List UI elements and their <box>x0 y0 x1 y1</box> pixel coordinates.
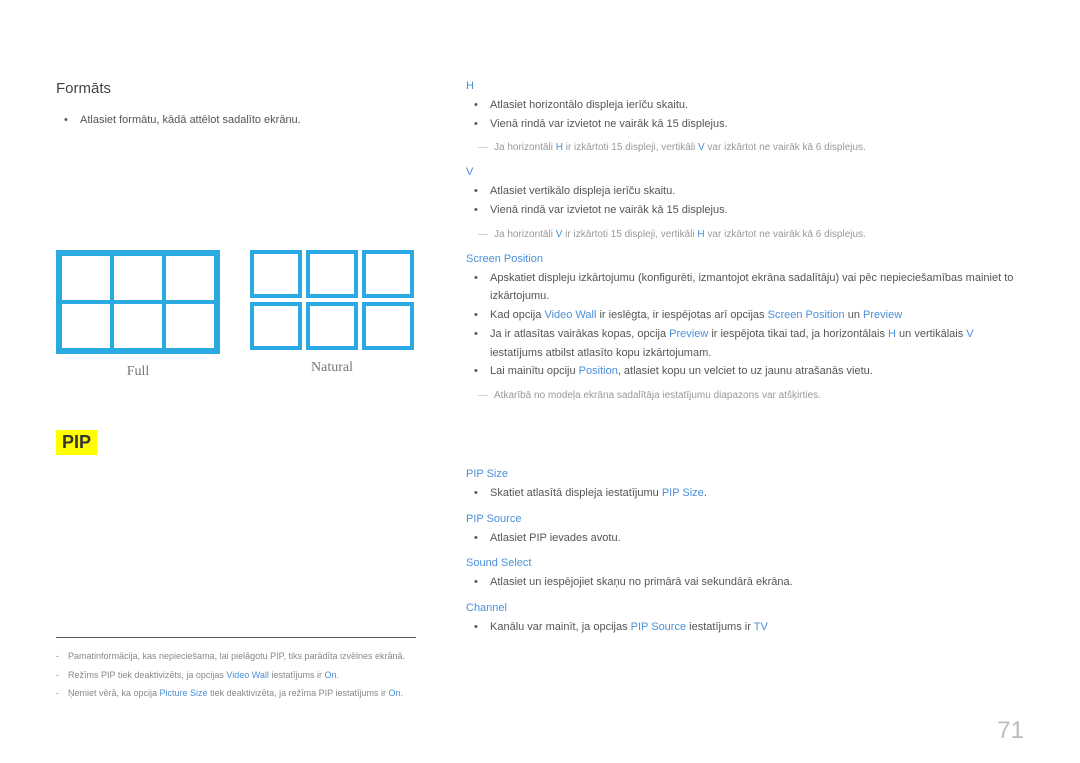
screen-position-label: Screen Position <box>466 253 1024 265</box>
v-label: V <box>466 166 1024 178</box>
footnotes: Pamatinformācija, kas nepieciešama, lai … <box>56 637 416 703</box>
page-number: 71 <box>997 717 1024 745</box>
sp-note: Atkarībā no modeļa ekrāna sadalītāja ies… <box>466 387 1024 404</box>
v-bullet-2: Vienā rindā var izvietot ne vairāk kā 15… <box>480 201 1024 220</box>
sound-select-bullet: Atlasiet un iespējojiet skaņu no primārā… <box>480 573 1024 592</box>
formats-heading: Formāts <box>56 80 416 97</box>
h-bullet-2: Vienā rindā var izvietot ne vairāk kā 15… <box>480 115 1024 134</box>
pip-source-label: PIP Source <box>466 513 1024 525</box>
footnote-c: Ņemiet vērā, ka opcija Picture Size tiek… <box>56 685 416 701</box>
sound-select-label: Sound Select <box>466 557 1024 569</box>
v-note: Ja horizontāli V ir izkārtoti 15 displej… <box>466 226 1024 243</box>
diagram-natural <box>250 250 414 350</box>
footnote-b: Režīms PIP tiek deaktivizēts, ja opcijas… <box>56 667 416 683</box>
footnote-a: Pamatinformācija, kas nepieciešama, lai … <box>56 648 416 664</box>
v-bullet-1: Atlasiet vertikālo displeja ierīču skait… <box>480 182 1024 201</box>
pip-heading: PIP <box>56 430 97 455</box>
pip-size-label: PIP Size <box>466 468 1024 480</box>
channel-label: Channel <box>466 602 1024 614</box>
caption-full: Full <box>56 364 220 380</box>
pip-source-bullet: Atlasiet PIP ievades avotu. <box>480 529 1024 548</box>
sp-bullet-4: Lai mainītu opciju Position, atlasiet ko… <box>480 362 1024 381</box>
formats-bullet: Atlasiet formātu, kādā attēlot sadalīto … <box>70 111 416 130</box>
format-diagrams: Full Natural <box>56 250 416 380</box>
diagram-full <box>56 250 220 354</box>
h-bullet-1: Atlasiet horizontālo displeja ierīču ska… <box>480 96 1024 115</box>
h-note: Ja horizontāli H ir izkārtoti 15 displej… <box>466 139 1024 156</box>
channel-bullet: Kanālu var mainīt, ja opcijas PIP Source… <box>480 618 1024 637</box>
sp-bullet-3: Ja ir atlasītas vairākas kopas, opcija P… <box>480 325 1024 362</box>
sp-bullet-2: Kad opcija Video Wall ir ieslēgta, ir ie… <box>480 306 1024 325</box>
h-label: H <box>466 80 1024 92</box>
pip-size-bullet: Skatiet atlasītā displeja iestatījumu PI… <box>480 484 1024 503</box>
sp-bullet-1: Apskatiet displeju izkārtojumu (konfigur… <box>480 269 1024 306</box>
caption-natural: Natural <box>250 360 414 376</box>
